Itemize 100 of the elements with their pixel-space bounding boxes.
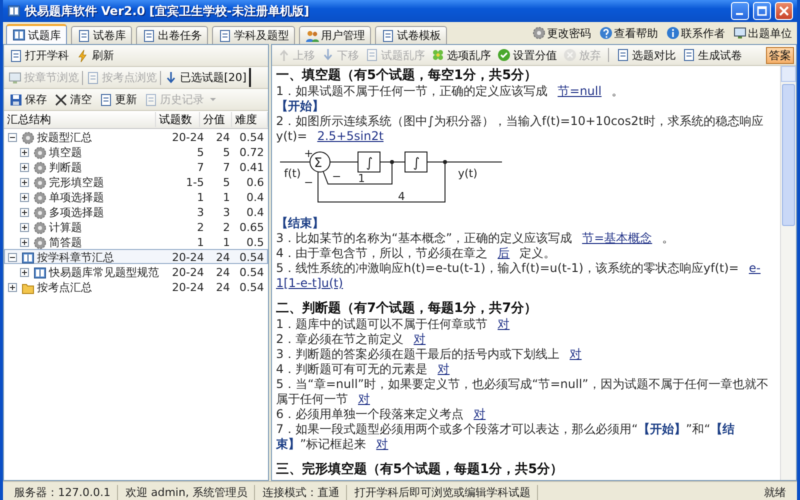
tree-row[interactable]: 完形填空题 1-5 5 0.6	[4, 174, 268, 189]
tab[interactable]: 试卷库	[71, 26, 132, 44]
tree-item-label[interactable]: 计算题	[49, 220, 82, 235]
document-icon	[365, 48, 379, 62]
tree-item-label[interactable]: 按学科章节汇总	[37, 250, 114, 265]
tree-item-label[interactable]: 完形填空题	[49, 175, 104, 190]
toolbar-button[interactable]: 清空	[51, 90, 95, 109]
scrollbar[interactable]	[780, 66, 796, 480]
table-cell-text: 0.5	[246, 236, 265, 249]
expand-toggle[interactable]	[8, 253, 17, 262]
question-text: 3．比如某节的名称为“基本概念”，正确的定义应该写成 节=基本概念 。	[276, 231, 676, 246]
tab[interactable]: 学科及题型	[212, 26, 295, 44]
column-header[interactable]: 分值	[200, 112, 232, 127]
header-link[interactable]: 查看帮助	[597, 23, 660, 43]
expand-toggle[interactable]	[20, 223, 29, 232]
table-cell-text: 5	[222, 176, 231, 189]
table-cell-text: 0.41	[238, 161, 265, 174]
check-circle-icon	[497, 48, 511, 62]
toolbar-button[interactable]: 刷新	[73, 46, 117, 65]
tree-row[interactable]: 多项选择题 3 3 0.4	[4, 204, 268, 219]
expand-toggle[interactable]	[8, 283, 17, 292]
cross-icon	[54, 92, 68, 106]
document-icon	[9, 48, 23, 62]
question-text: 6．必须用单独一个段落来定义考点 对	[276, 407, 487, 422]
table-cell-text: 1	[222, 191, 231, 204]
table-cell-text: 1	[196, 191, 205, 204]
tree-item-label[interactable]: 判断题	[49, 160, 82, 175]
question-text: 1．题库中的试题可以不属于任何章或节 对	[276, 317, 511, 332]
tab[interactable]: 试题库	[6, 24, 67, 44]
tree-item-label[interactable]: 按考点汇总	[37, 280, 92, 295]
close-button[interactable]	[775, 2, 793, 20]
tree-item-label[interactable]: 单项选择题	[49, 190, 104, 205]
table-cell-text: 20-24	[171, 131, 205, 144]
book-icon	[33, 266, 47, 280]
tab[interactable]: 出卷任务	[136, 26, 208, 44]
header-link[interactable]: 更改密码	[530, 23, 593, 43]
document-icon	[381, 28, 395, 42]
header-link[interactable]: 联系作者	[664, 23, 727, 43]
tree-row[interactable]: 填空题 5 5 0.72	[4, 144, 268, 159]
toolbar-button[interactable]: 选题对比	[613, 46, 679, 64]
toolbar-button[interactable]: 打开学科	[6, 46, 72, 65]
gain-label: 1	[358, 172, 365, 185]
integrator-symbol: ∫	[413, 156, 420, 171]
tree-row[interactable]: 单项选择题 1 1 0.4	[4, 189, 268, 204]
expand-toggle[interactable]	[20, 193, 29, 202]
table-cell-text: 1	[196, 236, 205, 249]
cross-circle-icon	[563, 48, 577, 62]
answer-button[interactable]: 答案	[766, 46, 794, 64]
view-tab[interactable]: 已选试题[20]	[162, 68, 251, 87]
sum-symbol: Σ	[314, 156, 322, 171]
tree-item-label[interactable]: 按题型汇总	[37, 130, 92, 145]
column-header[interactable]: 汇总结构	[4, 112, 156, 127]
expand-toggle[interactable]	[20, 148, 29, 157]
expand-toggle[interactable]	[20, 163, 29, 172]
maximize-icon	[757, 6, 767, 16]
toolbar-button[interactable]: 设置分值	[494, 46, 560, 64]
tree-row[interactable]: 按题型汇总 20-24 24 0.54	[4, 129, 268, 144]
marker-text: 【开始】	[276, 99, 324, 114]
table-cell-text: 7	[222, 161, 231, 174]
status-text: 服务器：127.0.0.1	[7, 484, 118, 500]
minimize-button[interactable]	[731, 2, 749, 20]
table-cell-text: 2	[222, 221, 231, 234]
header-link[interactable]: 出题单位	[731, 23, 794, 43]
table-cell-text: 24	[215, 131, 231, 144]
tree-item-label[interactable]: 填空题	[49, 145, 82, 160]
tree-row[interactable]: 按考点汇总 20-24 24 0.54	[4, 279, 268, 294]
question-text: 1．如果试题不属于任何一节，正确的定义应该写成 节=null 。	[276, 84, 625, 99]
toolbar-button[interactable]: 生成试卷	[679, 46, 745, 64]
save-icon	[9, 92, 23, 106]
table-cell-text: 0.65	[238, 221, 265, 234]
expand-toggle[interactable]	[8, 133, 17, 142]
document-icon	[86, 70, 100, 84]
maximize-button[interactable]	[753, 2, 771, 20]
gear-icon	[33, 220, 47, 234]
toolbar-button[interactable]: 更新	[96, 90, 140, 109]
monitor-icon	[8, 70, 22, 84]
tree-row[interactable]: 简答题 1 1 0.5	[4, 234, 268, 249]
toolbar-button[interactable]: 选项乱序	[428, 46, 494, 64]
column-header[interactable]: 试题数	[156, 112, 200, 127]
expand-toggle[interactable]	[20, 238, 29, 247]
tab[interactable]: 用户管理	[299, 26, 371, 44]
tree-row[interactable]: 判断题 7 7 0.41	[4, 159, 268, 174]
tree-row[interactable]: 计算题 2 2 0.65	[4, 219, 268, 234]
document-icon	[142, 28, 156, 42]
tree-row[interactable]: 快易题库常见题型规范 20-24 24 0.54	[4, 264, 268, 279]
gain-label: 4	[398, 190, 405, 203]
tree-row[interactable]: 按学科章节汇总 20-24 24 0.54	[4, 249, 268, 264]
column-header[interactable]: 难度	[232, 112, 268, 127]
toolbar-button[interactable]: 保存	[6, 90, 50, 109]
tab[interactable]: 试卷模板	[375, 26, 447, 44]
document-icon	[77, 28, 91, 42]
tree-item-label[interactable]: 快易题库常见题型规范	[49, 265, 159, 280]
document-icon	[99, 92, 113, 106]
expand-toggle[interactable]	[20, 268, 29, 277]
expand-toggle[interactable]	[20, 208, 29, 217]
tree-item-label[interactable]: 多项选择题	[49, 205, 104, 220]
document-icon	[144, 92, 158, 106]
expand-toggle[interactable]	[20, 178, 29, 187]
tree-item-label[interactable]: 简答题	[49, 235, 82, 250]
question-text: 4．判断题可有可无的元素是 对	[276, 362, 451, 377]
